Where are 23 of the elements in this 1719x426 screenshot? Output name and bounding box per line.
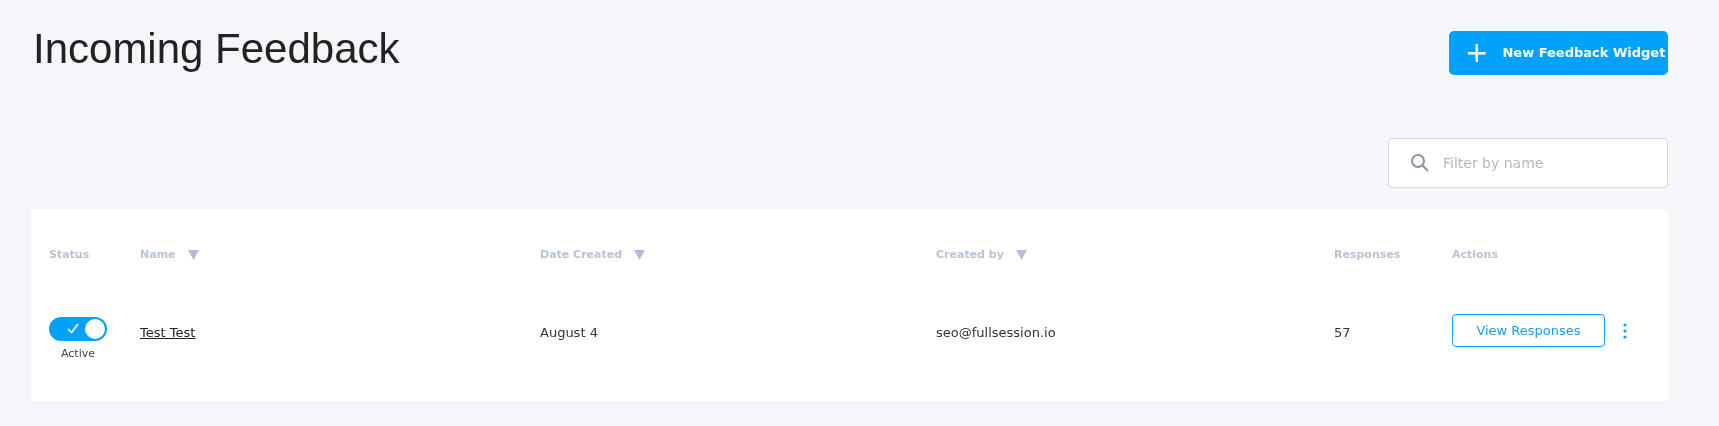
column-header[interactable]: Created by [936,246,1004,264]
search-icon [1410,153,1430,173]
check-icon [67,323,79,334]
column-header[interactable]: Name [140,246,176,264]
date-cell: August 4 [540,325,598,340]
name-link[interactable]: Test Test [140,325,196,340]
new-feedback-widget-button[interactable]: + New Feedback Widget [1449,31,1668,75]
column-header[interactable]: Date Created [540,246,623,264]
column-header: Responses [1334,246,1401,263]
sort-icon[interactable] [187,250,199,260]
plus-icon: + [1465,39,1489,67]
responses-cell: 57 [1334,325,1351,340]
view-responses-button[interactable]: View Responses [1452,314,1605,347]
page-title: Incoming Feedback [33,24,400,74]
column-header: Status [49,246,90,263]
status-toggle[interactable] [49,317,107,341]
column-header: Actions [1452,246,1498,263]
sort-icon[interactable] [1015,250,1027,260]
created-by-cell: seo@fullsession.io [936,325,1056,340]
sort-icon[interactable] [634,250,646,260]
more-icon[interactable] [1623,322,1627,339]
filter-field[interactable]: Filter by name [1388,138,1668,188]
status-label: Active [61,346,95,362]
